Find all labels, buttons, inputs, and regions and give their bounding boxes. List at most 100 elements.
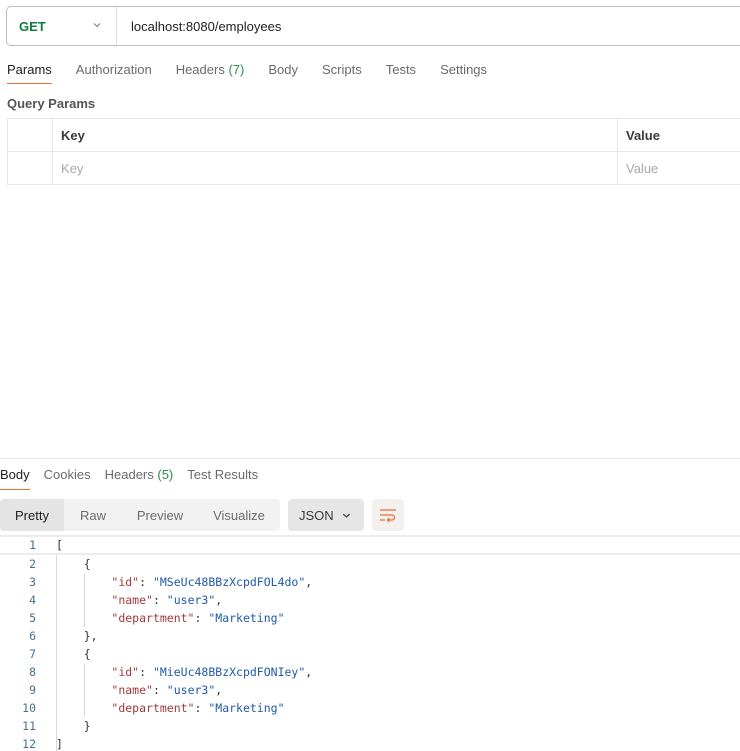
tab-label: Tests <box>385 62 417 77</box>
json-string-value: "Marketing" <box>208 701 285 715</box>
wrap-lines-button[interactable] <box>372 499 404 531</box>
code-text: "id": "MieUc48BBzXcpdFONIey", <box>111 665 313 679</box>
wrap-lines-icon <box>380 509 396 523</box>
line-number: 2 <box>29 557 36 571</box>
code-text: [ <box>56 538 63 552</box>
indent-guide <box>56 555 57 751</box>
line-number: 4 <box>29 593 36 607</box>
code-line: 8 "id": "MieUc48BBzXcpdFONIey", <box>0 663 740 681</box>
code-line: 2 { <box>0 555 740 573</box>
request-tabs: Params Authorization Headers (7) Body Sc… <box>7 62 511 84</box>
line-number: 11 <box>22 719 36 733</box>
indent-guide <box>84 573 85 627</box>
code-line: 6 }, <box>0 627 740 645</box>
tab-settings[interactable]: Settings <box>440 62 487 84</box>
method-label: GET <box>19 18 46 34</box>
value-input[interactable]: Value <box>617 151 740 185</box>
tab-authorization[interactable]: Authorization <box>76 62 152 84</box>
headers-count: (5) <box>157 467 174 482</box>
tab-response-headers[interactable]: Headers (5) <box>105 467 174 490</box>
json-key: "id" <box>111 575 140 589</box>
checkbox-column-header <box>7 118 53 152</box>
format-select[interactable]: JSON <box>288 499 364 531</box>
tab-label: Authorization <box>75 62 152 77</box>
tab-headers[interactable]: Headers (7) <box>176 62 245 84</box>
row-checkbox-cell <box>7 151 53 185</box>
json-string-value: "user3" <box>166 593 216 607</box>
tab-test-results[interactable]: Test Results <box>187 467 258 490</box>
code-text: { <box>56 557 91 571</box>
line-number: 12 <box>22 737 36 751</box>
code-line: 11 } <box>0 717 740 735</box>
code-line: 5 "department": "Marketing" <box>0 609 740 627</box>
code-line: 9 "name": "user3", <box>0 681 740 699</box>
line-number: 3 <box>29 575 36 589</box>
tab-label: Body <box>268 62 298 77</box>
json-string-value: "Marketing" <box>208 611 285 625</box>
code-text: "name": "user3", <box>111 593 223 607</box>
indent-guide <box>84 663 85 717</box>
code-line: 1[ <box>0 535 740 555</box>
tab-label: Params <box>7 62 52 77</box>
code-line: 10 "department": "Marketing" <box>0 699 740 717</box>
tab-body[interactable]: Body <box>268 62 298 84</box>
line-number: 9 <box>29 683 36 697</box>
line-number: 7 <box>29 647 36 661</box>
code-line: 12] <box>0 735 740 751</box>
line-number: 5 <box>29 611 36 625</box>
tab-label: Cookies <box>43 467 91 482</box>
value-column-header: Value <box>617 118 740 152</box>
json-key: "id" <box>111 665 140 679</box>
json-string-value: "MieUc48BBzXcpdFONIey" <box>152 665 306 679</box>
table-header-row: Key Value <box>7 118 740 152</box>
view-raw[interactable]: Raw <box>64 499 122 531</box>
tab-params[interactable]: Params <box>7 62 52 84</box>
tab-tests[interactable]: Tests <box>386 62 416 84</box>
json-string-value: "user3" <box>166 683 216 697</box>
tab-cookies[interactable]: Cookies <box>44 467 91 490</box>
key-column-header: Key <box>52 118 618 152</box>
request-url-bar: GET <box>6 6 740 46</box>
tab-label: Headers <box>104 467 154 482</box>
view-pretty[interactable]: Pretty <box>0 499 64 531</box>
json-key: "department" <box>111 611 195 625</box>
tab-label: Test Results <box>187 467 259 482</box>
line-number: 1 <box>29 538 36 552</box>
code-text: "department": "Marketing" <box>111 611 285 625</box>
line-number: 6 <box>29 629 36 643</box>
key-input[interactable]: Key <box>52 151 618 185</box>
view-mode-segmented: Pretty Raw Preview Visualize <box>0 499 280 531</box>
pane-divider[interactable] <box>0 458 740 459</box>
url-input[interactable] <box>131 18 631 34</box>
format-label: JSON <box>299 507 334 523</box>
view-visualize[interactable]: Visualize <box>198 499 280 531</box>
json-key: "name" <box>111 593 153 607</box>
tab-scripts[interactable]: Scripts <box>322 62 362 84</box>
tab-label: Body <box>0 467 30 482</box>
response-body-viewer[interactable]: 1[2 {3 "id": "MSeUc48BBzXcpdFOL4do", 4 "n… <box>0 535 740 751</box>
line-number: 8 <box>29 665 36 679</box>
json-string-value: "MSeUc48BBzXcpdFOL4do" <box>152 575 306 589</box>
tab-label: Scripts <box>321 62 362 77</box>
table-row: Key Value <box>7 151 740 185</box>
view-preview[interactable]: Preview <box>122 499 198 531</box>
response-tabs: Body Cookies Headers (5) Test Results <box>0 467 272 490</box>
code-text: }, <box>56 629 98 643</box>
chevron-down-icon <box>93 23 101 28</box>
tab-label: Settings <box>440 62 488 77</box>
tab-label: Headers <box>175 62 225 77</box>
code-text: "department": "Marketing" <box>111 701 285 715</box>
code-line: 4 "name": "user3", <box>0 591 740 609</box>
code-text: "id": "MSeUc48BBzXcpdFOL4do", <box>111 575 313 589</box>
code-text: { <box>56 647 91 661</box>
json-key: "department" <box>111 701 195 715</box>
json-key: "name" <box>111 683 153 697</box>
query-params-title: Query Params <box>7 96 96 111</box>
code-text: ] <box>56 737 63 751</box>
tab-response-body[interactable]: Body <box>0 467 30 490</box>
code-text: } <box>56 719 91 733</box>
method-select[interactable]: GET <box>7 7 117 45</box>
code-line: 7 { <box>0 645 740 663</box>
line-number: 10 <box>22 701 36 715</box>
code-text: "name": "user3", <box>111 683 223 697</box>
